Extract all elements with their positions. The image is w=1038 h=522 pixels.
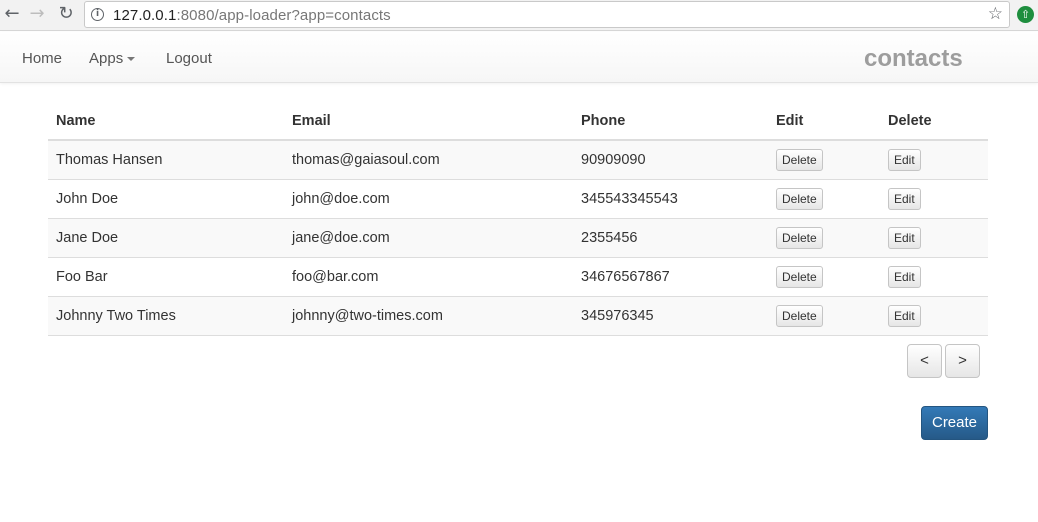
table-row: Jane Doe jane@doe.com 2355456 Delete Edi… — [48, 217, 988, 257]
delete-button[interactable]: Delete — [776, 148, 823, 171]
cell-name: Jane Doe — [48, 217, 284, 257]
url-text[interactable]: 127.0.0.1:8080/app-loader?app=contacts — [113, 7, 391, 24]
nav-apps-label: Apps — [89, 50, 124, 67]
nav-apps-dropdown[interactable]: Apps — [89, 50, 136, 67]
cell-name: Foo Bar — [48, 256, 284, 296]
create-button[interactable]: Create — [921, 406, 988, 440]
edit-button[interactable]: Edit — [888, 304, 921, 327]
url-path: :8080/app-loader?app=contacts — [176, 7, 391, 24]
table-row: Johnny Two Times johnny@two-times.com 34… — [48, 295, 988, 336]
header-phone: Phone — [573, 102, 768, 141]
contacts-table: Name Email Phone Edit Delete Thomas Hans… — [48, 102, 988, 336]
header-email: Email — [284, 102, 573, 141]
cell-phone: 34676567867 — [573, 256, 768, 296]
cell-phone: 345976345 — [573, 295, 768, 336]
app-navbar: Home Apps Logout contacts — [0, 32, 1038, 83]
reload-icon[interactable]: ↻ — [56, 4, 76, 24]
address-bar[interactable]: i 127.0.0.1:8080/app-loader?app=contacts… — [84, 1, 1010, 28]
caret-down-icon — [127, 57, 136, 62]
bookmark-star-icon[interactable]: ☆ — [988, 4, 1003, 24]
forward-arrow-icon[interactable]: → — [27, 4, 47, 24]
cell-name: Thomas Hansen — [48, 139, 284, 179]
extension-icon[interactable]: ⇧ — [1017, 6, 1034, 23]
header-edit: Edit — [768, 102, 880, 141]
delete-button[interactable]: Delete — [776, 226, 823, 249]
brand-title: contacts — [864, 45, 963, 72]
edit-button[interactable]: Edit — [888, 265, 921, 288]
edit-button[interactable]: Edit — [888, 148, 921, 171]
header-delete: Delete — [880, 102, 988, 141]
browser-toolbar: ← → ↻ i 127.0.0.1:8080/app-loader?app=co… — [0, 0, 1038, 31]
cell-phone: 90909090 — [573, 139, 768, 179]
cell-name: Johnny Two Times — [48, 295, 284, 336]
cell-phone: 2355456 — [573, 217, 768, 257]
cell-phone: 345543345543 — [573, 178, 768, 218]
nav-home-link[interactable]: Home — [22, 50, 62, 67]
table-header-row: Name Email Phone Edit Delete — [48, 102, 988, 141]
header-name: Name — [48, 102, 284, 141]
edit-button[interactable]: Edit — [888, 187, 921, 210]
previous-page-button[interactable]: < — [907, 344, 942, 378]
cell-email: thomas@gaiasoul.com — [284, 139, 573, 179]
table-row: Foo Bar foo@bar.com 34676567867 Delete E… — [48, 256, 988, 296]
cell-email: johnny@two-times.com — [284, 295, 573, 336]
back-arrow-icon[interactable]: ← — [2, 4, 22, 24]
next-page-button[interactable]: > — [945, 344, 980, 378]
cell-email: jane@doe.com — [284, 217, 573, 257]
table-row: Thomas Hansen thomas@gaiasoul.com 909090… — [48, 139, 988, 179]
info-icon[interactable]: i — [91, 8, 104, 21]
edit-button[interactable]: Edit — [888, 226, 921, 249]
cell-name: John Doe — [48, 178, 284, 218]
cell-email: foo@bar.com — [284, 256, 573, 296]
url-host: 127.0.0.1 — [113, 7, 177, 24]
cell-email: john@doe.com — [284, 178, 573, 218]
nav-logout-link[interactable]: Logout — [166, 50, 212, 67]
delete-button[interactable]: Delete — [776, 265, 823, 288]
table-row: John Doe john@doe.com 345543345543 Delet… — [48, 178, 988, 218]
delete-button[interactable]: Delete — [776, 304, 823, 327]
delete-button[interactable]: Delete — [776, 187, 823, 210]
